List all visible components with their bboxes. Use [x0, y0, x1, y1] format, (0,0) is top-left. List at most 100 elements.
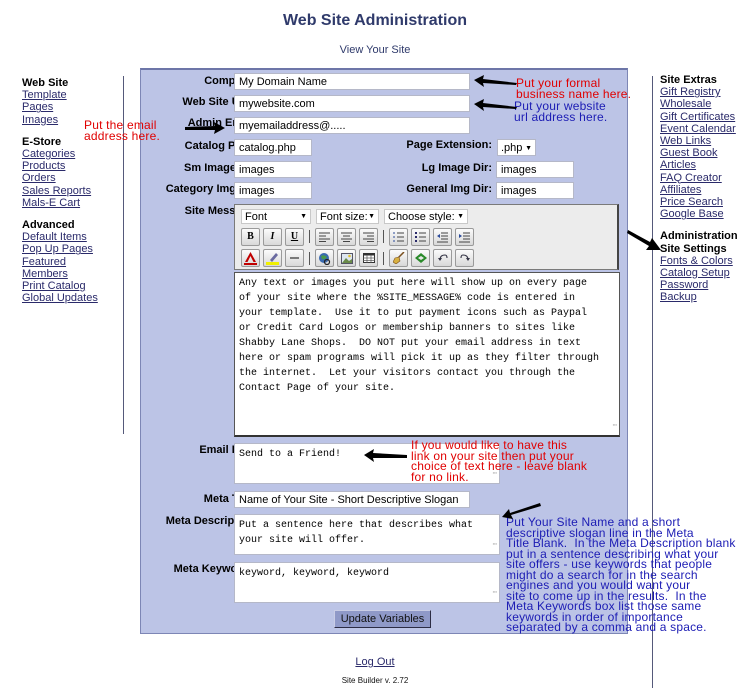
font-size-select[interactable]: Font size: ▼	[316, 209, 379, 224]
resize-grip-icon[interactable]: ⋯	[493, 538, 497, 553]
font-color-button[interactable]	[241, 249, 260, 267]
align-left-button[interactable]	[315, 228, 334, 246]
insert-image-button[interactable]	[337, 249, 356, 267]
nav-articles[interactable]: Articles	[660, 159, 738, 171]
view-source-button[interactable]	[411, 249, 430, 267]
insert-link-button[interactable]	[315, 249, 334, 267]
style-select-value: Choose style:	[388, 211, 455, 223]
insert-table-button[interactable]	[359, 249, 378, 267]
underline-button[interactable]: U	[285, 228, 304, 246]
nav-template[interactable]: Template	[22, 89, 98, 101]
nav-featured[interactable]: Featured	[22, 256, 98, 268]
meta-title-input[interactable]: Name of Your Site - Short Descriptive Sl…	[234, 491, 470, 508]
page-extension-select[interactable]: .php ▼	[497, 139, 536, 156]
font-size-select-value: Font size:	[320, 211, 368, 223]
nav-gift-certificates[interactable]: Gift Certificates	[660, 111, 738, 123]
undo-button[interactable]	[433, 249, 452, 267]
resize-grip-icon[interactable]: ⋯	[493, 586, 497, 601]
align-center-button[interactable]	[337, 228, 356, 246]
nav-section-advanced: Advanced	[22, 219, 75, 232]
highlight-button[interactable]	[263, 249, 282, 267]
undo-icon	[437, 254, 448, 261]
indent-icon	[459, 232, 470, 243]
site-message-textarea[interactable]: Any text or images you put here will sho…	[234, 272, 620, 437]
align-right-icon	[363, 232, 374, 242]
annotation-email-link: If you would like to have this link on y…	[411, 438, 588, 484]
meta-keywords-textarea[interactable]: keyword, keyword, keyword ⋯	[234, 562, 500, 603]
chevron-down-icon: ▼	[457, 213, 464, 220]
meta-description-textarea[interactable]: Put a sentence here that describes what …	[234, 514, 500, 555]
website-url-input[interactable]: mywebsite.com	[234, 95, 470, 112]
horizontal-rule-icon	[290, 257, 299, 259]
nav-wholesale[interactable]: Wholesale	[660, 98, 738, 110]
nav-web-links[interactable]: Web Links	[660, 135, 738, 147]
page-title: Web Site Administration	[282, 12, 467, 29]
nav-members[interactable]: Members	[22, 268, 98, 280]
horizontal-rule-button[interactable]	[285, 249, 304, 267]
nav-fonts-colors[interactable]: Fonts & Colors	[660, 255, 738, 267]
nav-gift-registry[interactable]: Gift Registry	[660, 86, 738, 98]
lg-image-dir-input[interactable]: images	[496, 161, 574, 178]
font-color-icon	[244, 252, 257, 265]
left-nav: Web Site Template Pages Images E-Store C…	[22, 77, 98, 304]
nav-event-calendar[interactable]: Event Calendar	[660, 123, 738, 135]
unordered-list-icon	[415, 232, 426, 242]
redo-icon	[459, 254, 470, 261]
italic-button[interactable]: I	[263, 228, 282, 246]
nav-mals-e-cart[interactable]: Mals-E Cart	[22, 197, 98, 209]
nav-price-search[interactable]: Price Search	[660, 196, 738, 208]
style-select[interactable]: Choose style: ▼	[384, 209, 468, 224]
nav-google-base[interactable]: Google Base	[660, 208, 738, 220]
nav-categories[interactable]: Categories	[22, 148, 98, 160]
indent-button[interactable]	[455, 228, 474, 246]
nav-backup[interactable]: Backup	[660, 291, 738, 303]
category-img-dir-input[interactable]: images	[234, 182, 312, 199]
toolbar-separator	[309, 252, 310, 265]
bold-button[interactable]: B	[241, 228, 260, 246]
nav-section-site-extras: Site Extras	[660, 74, 717, 86]
update-variables-button[interactable]: Update Variables	[334, 610, 431, 628]
resize-grip-icon[interactable]: ⋯	[613, 419, 617, 434]
nav-section-web-site: Web Site	[22, 77, 69, 89]
catalog-page-input[interactable]: catalog.php	[234, 139, 312, 156]
nav-catalog-setup[interactable]: Catalog Setup	[660, 267, 738, 279]
nav-default-items[interactable]: Default Items	[22, 231, 98, 243]
nav-products[interactable]: Products	[22, 160, 98, 172]
clean-format-button[interactable]	[389, 249, 408, 267]
unordered-list-button[interactable]	[411, 228, 430, 246]
nav-pop-up-pages[interactable]: Pop Up Pages	[22, 243, 98, 255]
nav-password[interactable]: Password	[660, 279, 738, 291]
highlight-icon	[266, 253, 279, 265]
right-nav: Site Extras Gift Registry Wholesale Gift…	[660, 74, 738, 304]
general-img-dir-input[interactable]: images	[496, 182, 574, 199]
font-select[interactable]: Font ▼	[241, 209, 311, 224]
align-left-icon	[319, 232, 330, 242]
view-your-site-link[interactable]: View Your Site	[0, 44, 750, 56]
redo-button[interactable]	[455, 249, 474, 267]
nav-print-catalog[interactable]: Print Catalog	[22, 280, 98, 292]
nav-site-settings-active: Site Settings	[660, 242, 727, 255]
nav-pages[interactable]: Pages	[22, 101, 98, 113]
ordered-list-button[interactable]	[389, 228, 408, 246]
nav-sales-reports[interactable]: Sales Reports	[22, 185, 98, 197]
nav-global-updates[interactable]: Global Updates	[22, 292, 98, 304]
nav-affiliates[interactable]: Affiliates	[660, 184, 738, 196]
nav-faq-creator[interactable]: FAQ Creator	[660, 172, 738, 184]
lg-image-dir-label: Lg Image Dir:	[421, 162, 492, 174]
general-img-dir-label: General Img Dir:	[406, 183, 492, 195]
arrow-to-site-settings-icon	[627, 230, 661, 250]
company-input[interactable]: My Domain Name	[234, 73, 470, 90]
version-label: Site Builder v. 2.72	[341, 676, 409, 685]
sm-image-dir-input[interactable]: images	[234, 161, 312, 178]
image-icon	[340, 253, 353, 264]
outdent-button[interactable]	[433, 228, 452, 246]
admin-email-input[interactable]: myemailaddress@.....	[234, 117, 470, 134]
align-right-button[interactable]	[359, 228, 378, 246]
nav-orders[interactable]: Orders	[22, 172, 98, 184]
annotation-company: Put your formal business name here.	[516, 76, 632, 101]
italic-icon: I	[270, 231, 275, 242]
table-icon	[362, 253, 375, 263]
nav-guest-book[interactable]: Guest Book	[660, 147, 738, 159]
arrow-to-email-link-icon	[364, 449, 407, 462]
log-out-link[interactable]: Log Out	[0, 656, 750, 668]
